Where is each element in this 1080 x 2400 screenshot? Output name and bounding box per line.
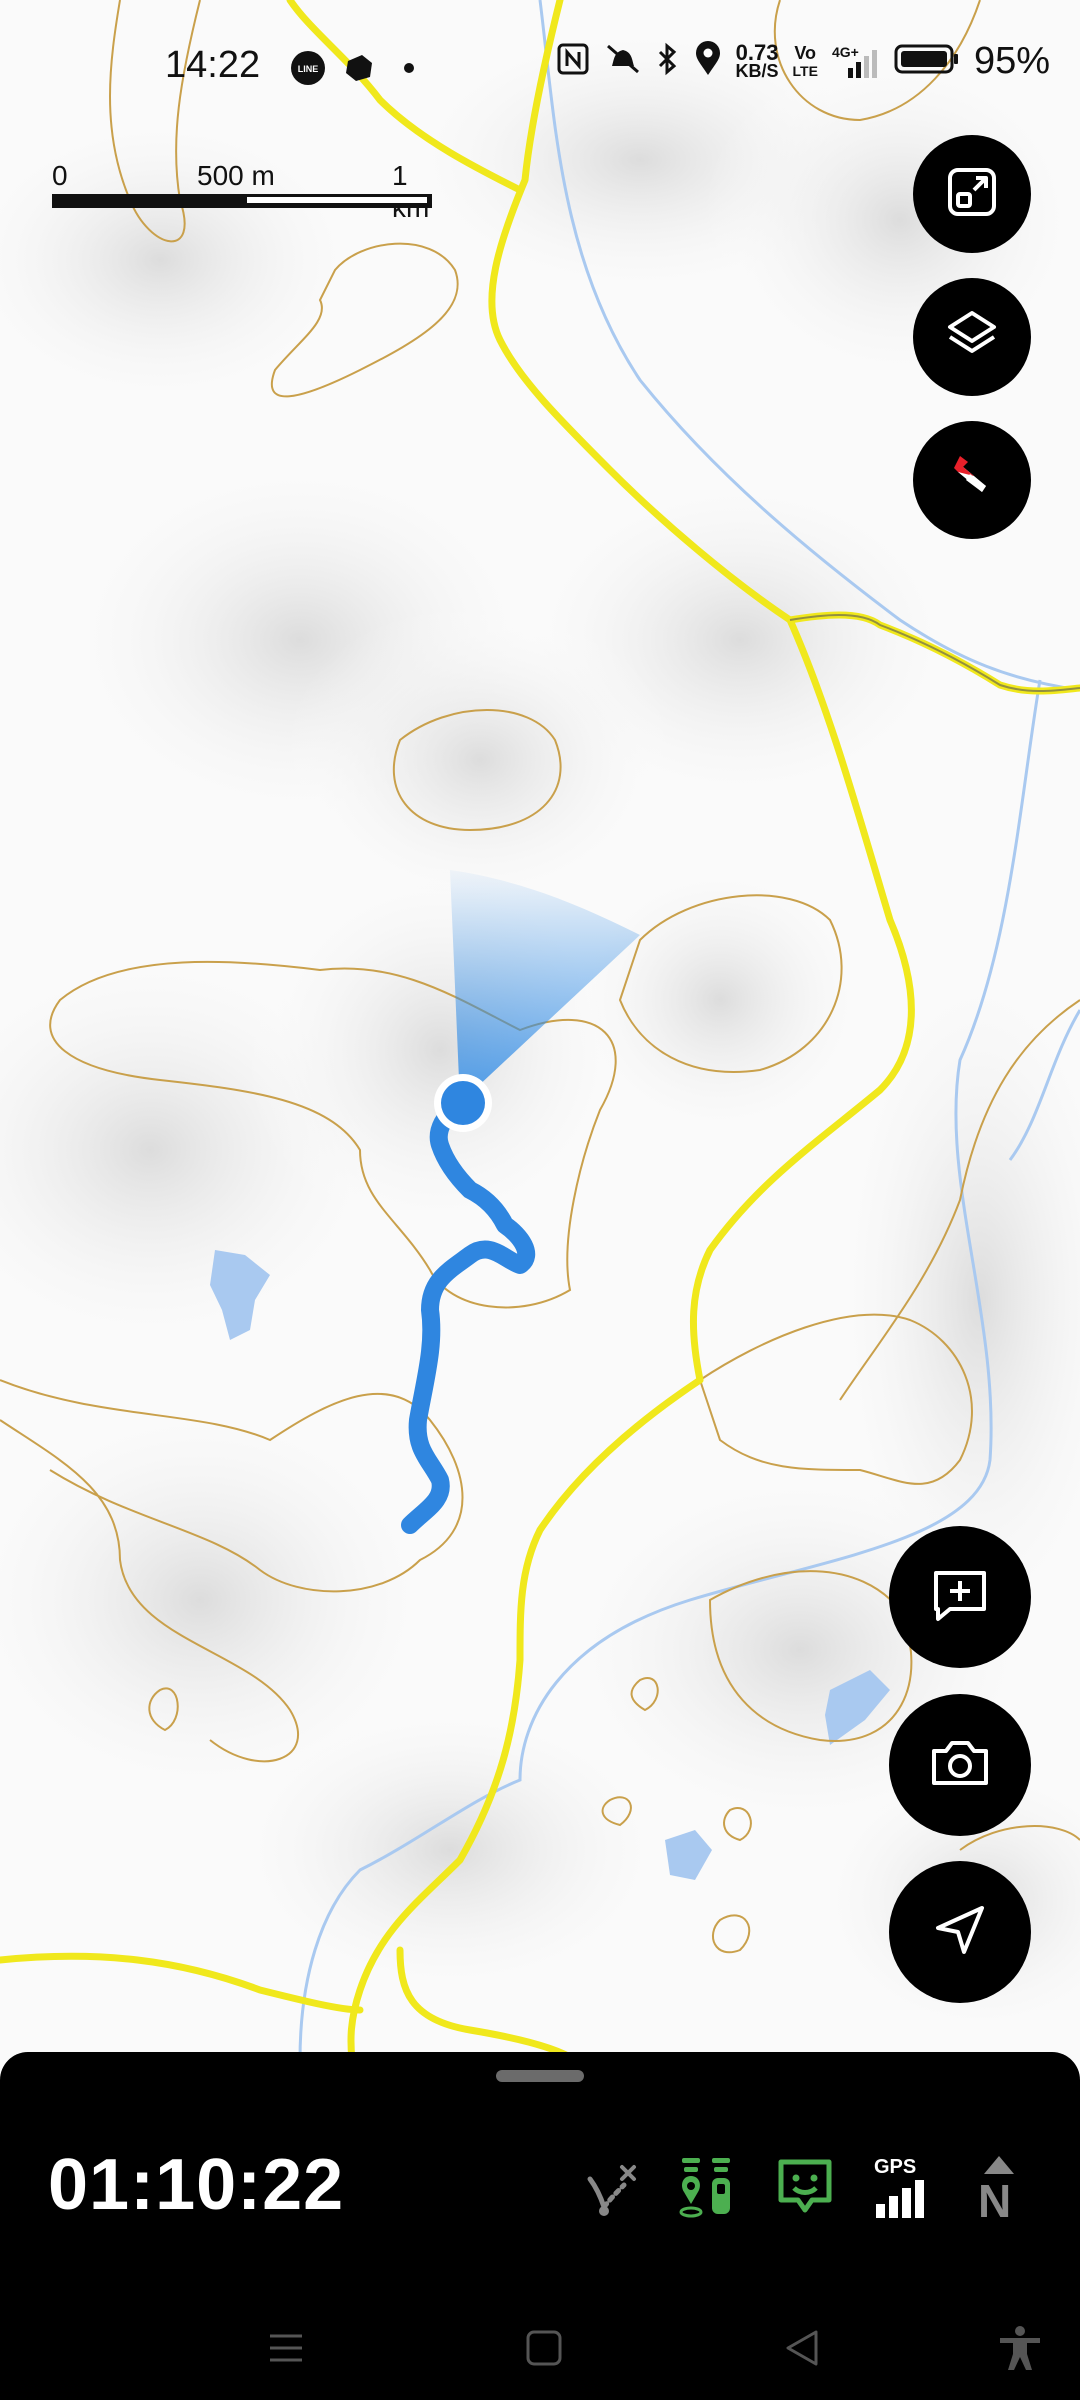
system-nav-bar: [0, 2280, 1080, 2400]
volte-indicator: Vo LTE: [792, 42, 818, 79]
scale-label-mid: 500 m: [197, 160, 275, 191]
north-label: N: [978, 2175, 1012, 2227]
scale-label-start: 0: [52, 160, 68, 191]
dot-icon: [392, 51, 426, 90]
location-icon: [694, 41, 722, 82]
add-waypoint-icon: [928, 1563, 992, 1632]
status-bar: 14:22 LINE 0.73 KB/S Vo LTE 4G+ 95%: [0, 0, 1080, 140]
camera-button[interactable]: [889, 1694, 1031, 1836]
waypoint-track-icon[interactable]: [676, 2152, 736, 2227]
status-icons: 0.73 KB/S Vo LTE 4G+ 95%: [556, 40, 1050, 83]
battery-icon: [894, 42, 960, 81]
network-speed: 0.73 KB/S: [735, 39, 779, 81]
menu-icon[interactable]: [266, 2328, 306, 2373]
layers-icon: [942, 305, 1002, 370]
mute-icon: [604, 42, 642, 81]
bluetooth-icon: [656, 42, 680, 81]
nfc-icon: [556, 42, 590, 81]
scale-label-end: 1 km: [392, 160, 429, 223]
drag-handle[interactable]: [496, 2070, 584, 2082]
route-off-icon[interactable]: [582, 2157, 642, 2228]
fit-view-icon: [944, 164, 1000, 225]
compass-button[interactable]: [913, 421, 1031, 539]
current-location-marker: [434, 1074, 492, 1132]
accessibility-icon[interactable]: [998, 2324, 1042, 2377]
navigate-button[interactable]: [889, 1861, 1031, 2003]
back-icon[interactable]: [782, 2328, 822, 2373]
message-icon[interactable]: [776, 2156, 834, 2223]
scale-bar: [52, 194, 432, 208]
line-icon: LINE: [290, 50, 326, 91]
add-waypoint-button[interactable]: [889, 1526, 1031, 1668]
north-up-icon[interactable]: N: [974, 2152, 1024, 2227]
signal-icon: 4G+: [832, 44, 880, 80]
navigate-icon: [928, 1898, 992, 1967]
map-scale: 0 500 m 1 km: [52, 160, 432, 223]
svg-text:LINE: LINE: [298, 64, 319, 74]
fit-view-button[interactable]: [913, 135, 1031, 253]
compass-icon: [942, 448, 1002, 513]
battery-percent: 95%: [973, 40, 1050, 82]
elapsed-time: 01:10:22: [48, 2145, 345, 2225]
app-notification-icon: [342, 51, 376, 90]
status-time: 14:22: [165, 44, 261, 86]
layers-button[interactable]: [913, 278, 1031, 396]
camera-icon: [928, 1731, 992, 1800]
home-icon[interactable]: [524, 2328, 564, 2373]
